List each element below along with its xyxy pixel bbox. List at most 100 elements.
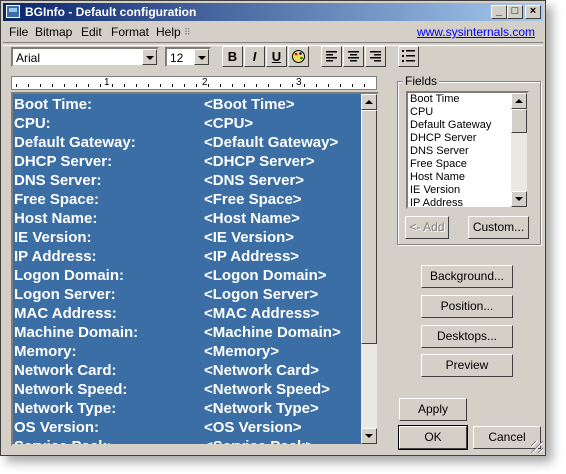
info-row[interactable]: IP Address: <IP Address> xyxy=(13,247,363,266)
resize-grip-icon[interactable] xyxy=(531,441,543,453)
minimize-button[interactable]: _ xyxy=(491,5,507,19)
editor-scrollbar[interactable] xyxy=(361,94,377,444)
chevron-down-icon[interactable] xyxy=(194,49,209,65)
font-select[interactable]: Arial xyxy=(11,47,159,67)
font-size-value: 12 xyxy=(170,51,184,65)
info-row[interactable]: OS Version: <OS Version> xyxy=(13,418,363,437)
ruler-tick xyxy=(256,84,257,87)
info-row[interactable]: DHCP Server: <DHCP Server> xyxy=(13,152,363,171)
info-row[interactable]: Boot Time: <Boot Time> xyxy=(13,95,363,114)
info-row-label: Machine Domain: xyxy=(14,324,139,341)
add-field-button[interactable]: <- Add xyxy=(405,216,449,239)
ruler-tick xyxy=(124,84,125,87)
field-list-item[interactable]: DHCP Server xyxy=(408,132,527,145)
desktops-button[interactable]: Desktops... xyxy=(421,325,513,348)
ruler-tick xyxy=(184,84,185,87)
menu-bitmap[interactable]: Bitmap xyxy=(35,25,72,39)
ruler-tick xyxy=(208,84,209,87)
align-left-button[interactable] xyxy=(321,46,342,67)
underline-button[interactable]: U xyxy=(266,46,287,67)
info-row[interactable]: Logon Server: <Logon Server> xyxy=(13,285,363,304)
ruler-tick xyxy=(352,84,353,87)
info-row[interactable]: DNS Server: <DNS Server> xyxy=(13,171,363,190)
info-editor[interactable]: Boot Time: <Boot Time> CPU: <CPU> Default Ga… xyxy=(11,92,379,446)
info-row[interactable]: CPU: <CPU> xyxy=(13,114,363,133)
close-button[interactable]: × xyxy=(525,5,541,19)
chevron-down-icon[interactable] xyxy=(142,49,157,65)
info-row-label: Host Name: xyxy=(14,210,98,227)
bullet-list-icon xyxy=(402,50,415,62)
bold-button[interactable]: B xyxy=(222,46,243,67)
info-row[interactable]: Network Speed: <Network Speed> xyxy=(13,380,363,399)
sysinternals-link[interactable]: www.sysinternals.com xyxy=(417,25,535,39)
scroll-down-arrow-icon[interactable] xyxy=(361,428,377,444)
ruler-tick xyxy=(340,84,341,87)
info-row-field-token: <Network Speed> xyxy=(204,381,330,398)
preview-button[interactable]: Preview xyxy=(421,354,513,377)
info-row-field-token: <Service Pack> xyxy=(204,438,314,444)
title-bar[interactable]: BGInfo - Default configuration _ □ × xyxy=(3,3,543,21)
maximize-button[interactable]: □ xyxy=(507,5,523,19)
menu-edit[interactable]: Edit xyxy=(81,25,102,39)
scroll-up-arrow-icon[interactable] xyxy=(361,94,377,110)
info-row[interactable]: Memory: <Memory> xyxy=(13,342,363,361)
info-row[interactable]: IE Version: <IE Version> xyxy=(13,228,363,247)
field-list-item[interactable]: Free Space xyxy=(408,158,527,171)
field-list-item[interactable]: IE Version xyxy=(408,184,527,197)
font-size-select[interactable]: 12 xyxy=(165,47,211,67)
ruler[interactable]: 1 2 3 xyxy=(11,76,377,90)
info-row[interactable]: Host Name: <Host Name> xyxy=(13,209,363,228)
menu-format[interactable]: Format xyxy=(111,25,149,39)
info-row-field-token: <OS Version> xyxy=(204,419,302,436)
bginfo-window: BGInfo - Default configuration _ □ × Fil… xyxy=(0,0,546,456)
ruler-tick xyxy=(148,84,149,87)
info-row[interactable]: Service Pack: <Service Pack> xyxy=(13,437,363,444)
scroll-thumb[interactable] xyxy=(511,109,527,133)
info-row[interactable]: Default Gateway: <Default Gateway> xyxy=(13,133,363,152)
info-row[interactable]: Logon Domain: <Logon Domain> xyxy=(13,266,363,285)
bullet-list-button[interactable] xyxy=(398,46,419,67)
menu-bar: File Bitmap Edit Format Help ⠿ www.sysin… xyxy=(3,23,543,41)
fields-scrollbar[interactable] xyxy=(511,93,527,207)
ruler-tick xyxy=(316,84,317,87)
field-list-item[interactable]: Boot Time xyxy=(408,93,527,106)
italic-button[interactable]: I xyxy=(244,46,265,67)
align-left-icon xyxy=(325,51,337,62)
align-center-button[interactable] xyxy=(343,46,364,67)
info-row[interactable]: Machine Domain: <Machine Domain> xyxy=(13,323,363,342)
app-icon xyxy=(6,5,20,18)
ruler-tick xyxy=(220,84,221,87)
palette-icon xyxy=(292,50,305,63)
fields-listbox[interactable]: Boot Time CPU Default Gateway DHCP Server DN… xyxy=(406,91,529,209)
background-button[interactable]: Background... xyxy=(421,265,513,288)
info-row-label: Logon Domain: xyxy=(14,267,124,284)
info-row-label: Network Speed: xyxy=(14,381,128,398)
scroll-up-arrow-icon[interactable] xyxy=(511,93,527,109)
custom-field-button[interactable]: Custom... xyxy=(468,216,529,239)
align-right-button[interactable] xyxy=(365,46,386,67)
scroll-down-arrow-icon[interactable] xyxy=(511,191,527,207)
info-row[interactable]: Network Card: <Network Card> xyxy=(13,361,363,380)
ruler-tick xyxy=(172,84,173,87)
field-list-item[interactable]: IP Address xyxy=(408,197,527,207)
field-list-item[interactable]: DNS Server xyxy=(408,145,527,158)
info-row-field-token: <Host Name> xyxy=(204,210,300,227)
info-row-label: IE Version: xyxy=(14,229,92,246)
info-row[interactable]: Free Space: <Free Space> xyxy=(13,190,363,209)
position-button[interactable]: Position... xyxy=(421,295,513,318)
menu-file[interactable]: File xyxy=(9,25,28,39)
info-row[interactable]: MAC Address: <MAC Address> xyxy=(13,304,363,323)
field-list-item[interactable]: CPU xyxy=(408,106,527,119)
ruler-tick xyxy=(100,84,101,87)
ok-button[interactable]: OK xyxy=(398,425,468,450)
scroll-thumb[interactable] xyxy=(361,110,377,344)
ruler-tick xyxy=(196,84,197,87)
ruler-tick xyxy=(364,84,365,87)
apply-button[interactable]: Apply xyxy=(399,398,467,421)
ruler-label: 2 xyxy=(202,77,208,88)
field-list-item[interactable]: Host Name xyxy=(408,171,527,184)
menu-help[interactable]: Help xyxy=(156,25,181,39)
field-list-item[interactable]: Default Gateway xyxy=(408,119,527,132)
info-row[interactable]: Network Type: <Network Type> xyxy=(13,399,363,418)
color-picker-button[interactable] xyxy=(288,46,309,67)
